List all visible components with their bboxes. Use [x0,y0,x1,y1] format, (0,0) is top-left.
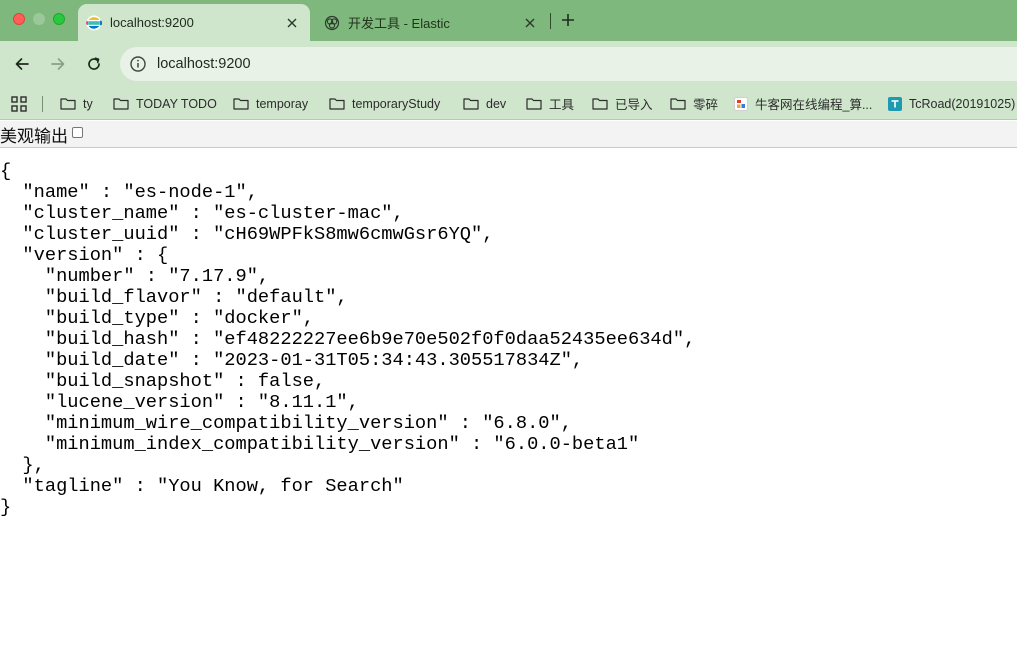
bookmark-label: temporaryStudy [352,96,441,111]
reload-icon [88,57,100,70]
bookmark-label: 零碎 [693,98,719,112]
json-line: "build_hash" : "ef48222227ee6b9e70e502f0… [0,328,696,350]
reload-button[interactable] [83,53,105,75]
bookmark-label: dev [486,96,507,111]
new-tab-button[interactable] [559,11,577,29]
site-info-icon[interactable] [129,55,147,73]
bookmarks-divider [42,96,43,112]
bookmark-folder-misc[interactable]: 零碎 [670,88,718,119]
json-line: { [0,160,12,182]
forward-button[interactable] [47,53,69,75]
bookmark-folder-temporay[interactable]: temporay [233,88,308,119]
bookmarks-bar: ty TODAY TODO temporay temporaryStudy de… [0,88,1017,120]
folder-icon [526,98,542,110]
json-line: "build_type" : "docker", [0,307,315,329]
bookmark-folder-ty[interactable]: ty [60,88,93,119]
bookmark-folder-dev[interactable]: dev [463,88,506,119]
json-line: "tagline" : "You Know, for Search" [0,475,404,497]
bookmark-label: ty [83,96,93,111]
json-line: "minimum_wire_compatibility_version" : "… [0,412,572,434]
bookmark-folder-temporarystudy[interactable]: temporaryStudy [329,88,440,119]
pretty-print-label: 美观输出 [0,126,68,146]
json-response: { "name" : "es-node-1", "cluster_name" :… [0,161,695,518]
json-line: "minimum_index_compatibility_version" : … [0,433,640,455]
bookmark-label: 牛客网在线编程_算... [755,98,873,112]
tab-title: localhost:9200 [110,15,194,30]
tab-elastic-devtools[interactable]: 开发工具 - Elastic [316,4,548,41]
elastic-devtools-icon [324,15,340,30]
json-line: }, [0,454,45,476]
folder-icon [329,98,345,110]
folder-icon [233,98,249,110]
tab-close-icon[interactable] [284,15,300,31]
back-button[interactable] [11,53,33,75]
pretty-print-bar: 美观输出 [0,121,1017,148]
json-line: "lucene_version" : "8.11.1", [0,391,359,413]
bookmark-folder-today-todo[interactable]: TODAY TODO [113,88,217,119]
window-minimize-button[interactable] [33,13,45,25]
arrow-right-icon [51,58,65,70]
plus-icon [562,14,574,26]
address-bar[interactable]: localhost:9200 [120,47,1017,81]
json-line: "cluster_name" : "es-cluster-mac", [0,202,404,224]
folder-icon [592,98,608,110]
nowcoder-favicon [734,96,748,111]
bookmark-folder-imported[interactable]: 已导入 [592,88,653,119]
tab-strip: localhost:9200 开发工具 - Elastic [0,0,1017,41]
url-text[interactable]: localhost:9200 [157,56,251,72]
folder-icon [463,98,479,110]
tab-close-icon[interactable] [522,15,538,31]
bookmark-label: 工具 [549,98,575,112]
folder-icon [113,98,129,110]
bookmark-nowcoder[interactable]: 牛客网在线编程_算... [734,88,872,119]
bookmark-tcroad[interactable]: TcRoad(20191025) [888,88,1015,119]
json-line: "cluster_uuid" : "cH69WPFkS8mw6cmwGsr6YQ… [0,223,494,245]
tcroad-favicon [888,96,902,111]
folder-icon [60,98,76,110]
tab-title: 开发工具 - Elastic [348,16,450,31]
arrow-left-icon [15,58,29,70]
json-line: "build_flavor" : "default", [0,286,348,308]
apps-grid-icon[interactable] [11,96,27,112]
json-line: "version" : { [0,244,169,266]
bookmark-label: temporay [256,96,309,111]
browser-toolbar: localhost:9200 [0,41,1017,88]
window-maximize-button[interactable] [53,13,65,25]
pretty-print-checkbox[interactable] [72,127,83,138]
json-line: "number" : "7.17.9", [0,265,270,287]
json-line: "build_snapshot" : false, [0,370,326,392]
bookmark-label: TcRoad(20191025) [909,96,1016,111]
json-line: "build_date" : "2023-01-31T05:34:43.3055… [0,349,584,371]
folder-icon [670,98,686,110]
bookmark-folder-tools[interactable]: 工具 [526,88,574,119]
window-close-button[interactable] [13,13,25,25]
bookmark-label: TODAY TODO [136,96,217,111]
json-line: } [0,496,12,518]
tab-localhost[interactable]: localhost:9200 [78,4,310,41]
elastic-logo-icon [86,15,102,30]
tab-divider [550,13,551,29]
json-line: "name" : "es-node-1", [0,181,258,203]
bookmark-label: 已导入 [615,98,653,112]
